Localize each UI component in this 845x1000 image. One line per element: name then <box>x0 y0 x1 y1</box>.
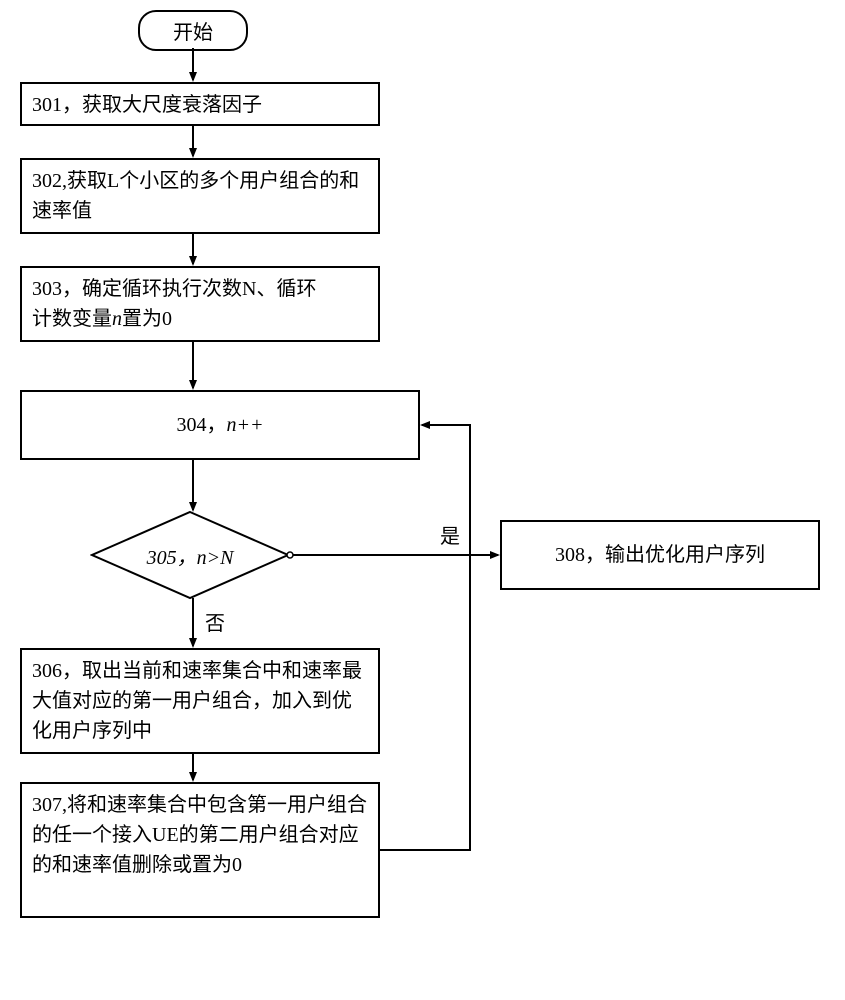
step-308-text: 308，输出优化用户序列 <box>555 540 765 570</box>
edge-no-label: 否 <box>205 607 225 636</box>
step-303-text-d: 置为0 <box>122 308 172 330</box>
edge-yes-label: 是 <box>440 520 460 549</box>
step-301: 301，获取大尺度衰落因子 <box>20 82 380 126</box>
step-304: 304，n++ <box>20 390 420 460</box>
step-303: 303，确定循环执行次数N、循环 计数变量n置为0 <box>20 266 380 342</box>
decision-305-expr: n>N <box>197 547 234 569</box>
step-304-expr: n++ <box>227 414 264 436</box>
decision-305-num: 305 <box>147 547 177 569</box>
decision-305-label: 305，n>N <box>90 510 290 600</box>
step-304-num: 304， <box>177 414 227 436</box>
step-302-text: 302,获取L个小区的多个用户组合的和速率值 <box>32 170 359 222</box>
step-303-text-b: 计数变量 <box>32 308 112 330</box>
step-303-var: n <box>112 308 122 330</box>
step-306-text: 306，取出当前和速率集合中和速率最大值对应的第一用户组合，加入到优化用户序列中 <box>32 660 362 742</box>
decision-305: 305，n>N <box>90 510 290 600</box>
step-302: 302,获取L个小区的多个用户组合的和速率值 <box>20 158 380 234</box>
step-307-text: 307,将和速率集合中包含第一用户组合的任一个接入UE的第二用户组合对应的和速率… <box>32 794 367 876</box>
step-308: 308，输出优化用户序列 <box>500 520 820 590</box>
step-307: 307,将和速率集合中包含第一用户组合的任一个接入UE的第二用户组合对应的和速率… <box>20 782 380 918</box>
step-303-text-a: 303，确定循环执行次数N、循环 <box>32 278 316 300</box>
step-301-text: 301，获取大尺度衰落因子 <box>32 94 262 116</box>
step-306: 306，取出当前和速率集合中和速率最大值对应的第一用户组合，加入到优化用户序列中 <box>20 648 380 754</box>
start-terminator: 开始 <box>138 10 248 51</box>
decision-305-comma: ， <box>177 547 197 569</box>
start-label: 开始 <box>173 22 213 44</box>
